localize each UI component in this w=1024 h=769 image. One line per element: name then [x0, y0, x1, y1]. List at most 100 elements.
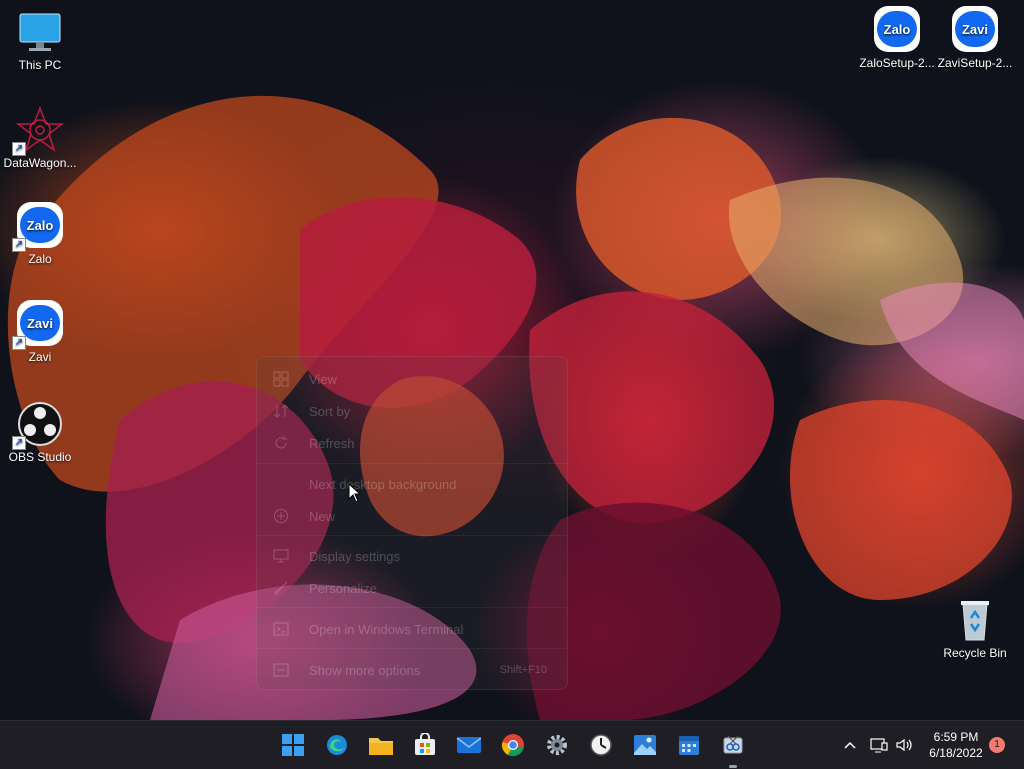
desktop-icon-zalo-setup[interactable]: Zalo ZaloSetup-2... [857, 6, 937, 70]
taskbar-clock-app[interactable] [585, 729, 617, 761]
shortcut-arrow-icon: ↗ [12, 336, 26, 350]
shortcut-arrow-icon: ↗ [12, 238, 26, 252]
zalo-glyph: Zalo [20, 207, 60, 243]
plus-circle-icon [271, 506, 291, 526]
zalo-setup-glyph: Zalo [877, 11, 917, 47]
icon-label: ZaviSetup-2... [937, 56, 1013, 70]
taskbar: 6:59 PM 6/18/2022 [0, 720, 1024, 769]
desktop-icon-obs[interactable]: ↗ OBS Studio [0, 400, 80, 464]
clock-button[interactable]: 6:59 PM 6/18/2022 [918, 729, 994, 761]
terminal-icon [271, 619, 291, 639]
menu-label: Open in Windows Terminal [309, 621, 464, 637]
show-hidden-icons-button[interactable] [842, 721, 858, 769]
menu-item-show-more-options[interactable]: Show more options Shift+F10 [267, 656, 557, 684]
menu-separator [257, 648, 567, 649]
menu-item-refresh[interactable]: Refresh [267, 429, 557, 457]
menu-shortcut: Shift+F10 [499, 664, 547, 676]
obs-icon: ↗ [12, 400, 64, 450]
menu-item-sort-by[interactable]: Sort by [267, 397, 557, 425]
taskbar-edge[interactable] [321, 729, 353, 761]
desktop-icon-zalo[interactable]: Zalo ↗ Zalo [0, 202, 80, 266]
taskbar-photos[interactable] [629, 729, 661, 761]
taskbar-snipping-tool[interactable] [717, 729, 749, 761]
menu-label: Display settings [309, 548, 401, 564]
taskbar-file-explorer[interactable] [365, 729, 397, 761]
icon-label: ZaloSetup-2... [859, 56, 935, 70]
icon-label: Zavi [28, 350, 52, 364]
zavi-setup-glyph: Zavi [955, 11, 995, 47]
shortcut-arrow-icon: ↗ [12, 142, 26, 156]
display-icon [271, 546, 291, 566]
desktop-icon-datawagon[interactable]: ↗ DataWagon... [0, 105, 80, 170]
taskbar-calendar[interactable] [673, 729, 705, 761]
icon-label: This PC [18, 58, 62, 72]
menu-item-windows-terminal[interactable]: Open in Windows Terminal [267, 615, 557, 643]
zalo-icon: Zalo ↗ [12, 202, 64, 252]
brush-icon [271, 578, 291, 598]
icon-label: OBS Studio [8, 450, 72, 464]
store-icon [415, 733, 435, 755]
menu-item-personalize[interactable]: Personalize [267, 574, 557, 602]
desktop-icon-zavi[interactable]: Zavi ↗ Zavi [0, 300, 80, 364]
clock-date: 6/18/2022 [929, 746, 983, 760]
taskbar-start-button[interactable] [277, 729, 309, 761]
recycle-bin-icon [951, 596, 999, 644]
clock-icon [590, 734, 612, 756]
chrome-icon [502, 734, 524, 757]
notification-badge[interactable]: 1 [989, 737, 1005, 753]
menu-item-new[interactable]: New [267, 502, 557, 530]
taskbar-settings[interactable] [541, 729, 573, 761]
desktop[interactable]: This PC ↗ DataWagon... Zalo ↗ Zalo Zavi … [0, 0, 1024, 720]
desktop-icon-this-pc[interactable]: This PC [0, 8, 80, 72]
menu-separator [257, 463, 567, 464]
zavi-setup-icon: Zavi [951, 6, 999, 54]
zavi-icon: Zavi ↗ [12, 300, 64, 350]
edge-icon [327, 735, 347, 755]
speaker-icon [896, 738, 912, 752]
desktop-icon-zavi-setup[interactable]: Zavi ZaviSetup-2... [935, 6, 1015, 70]
icon-label: DataWagon... [3, 156, 77, 170]
photos-icon [634, 735, 656, 755]
chevron-up-icon [844, 741, 856, 749]
menu-label: Next desktop background [309, 476, 457, 492]
folder-icon [369, 738, 393, 755]
taskbar-mail[interactable] [453, 729, 485, 761]
datawagon-icon: ↗ [12, 105, 65, 156]
menu-separator [257, 607, 567, 608]
network-tray-button[interactable] [870, 721, 888, 769]
menu-label: Show more options [309, 662, 421, 678]
menu-item-next-background[interactable]: Next desktop background [267, 470, 557, 498]
menu-label: View [309, 371, 337, 387]
icon-label: Recycle Bin [943, 646, 1007, 660]
calendar-icon [679, 736, 699, 755]
clock-time: 6:59 PM [933, 730, 979, 744]
menu-label: Sort by [309, 403, 351, 419]
menu-separator [257, 535, 567, 536]
taskbar-chrome[interactable] [497, 729, 529, 761]
shortcut-arrow-icon: ↗ [12, 436, 26, 450]
menu-label: Refresh [309, 435, 355, 451]
mail-icon [456, 737, 482, 753]
menu-item-view[interactable]: View [267, 365, 557, 393]
snip-icon [723, 735, 743, 754]
menu-item-display-settings[interactable]: Display settings [267, 542, 557, 570]
sort-icon [271, 401, 291, 421]
network-icon [870, 738, 888, 753]
monitor-icon [16, 8, 64, 56]
desktop-icon-recycle-bin[interactable]: Recycle Bin [935, 596, 1015, 660]
gear-icon [547, 735, 567, 755]
volume-tray-button[interactable] [895, 721, 913, 769]
grid-icon [271, 369, 291, 389]
icon-label: Zalo [28, 252, 52, 266]
blank-icon [271, 474, 291, 494]
windows-start-icon [282, 734, 304, 756]
zavi-glyph: Zavi [20, 305, 60, 341]
zalo-setup-icon: Zalo [873, 6, 921, 54]
more-options-icon [271, 660, 291, 680]
mouse-cursor-icon [348, 483, 362, 503]
refresh-icon [271, 433, 291, 453]
desktop-context-menu: View Sort by Refresh Next desktop backgr… [256, 356, 568, 690]
menu-label: New [309, 508, 336, 524]
menu-label: Personalize [309, 580, 377, 596]
taskbar-store[interactable] [409, 729, 441, 761]
